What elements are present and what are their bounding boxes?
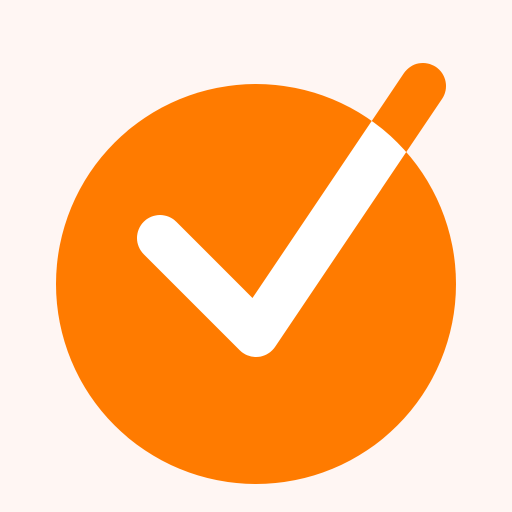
check-circle-icon xyxy=(0,0,512,512)
app-icon-canvas xyxy=(0,0,512,512)
